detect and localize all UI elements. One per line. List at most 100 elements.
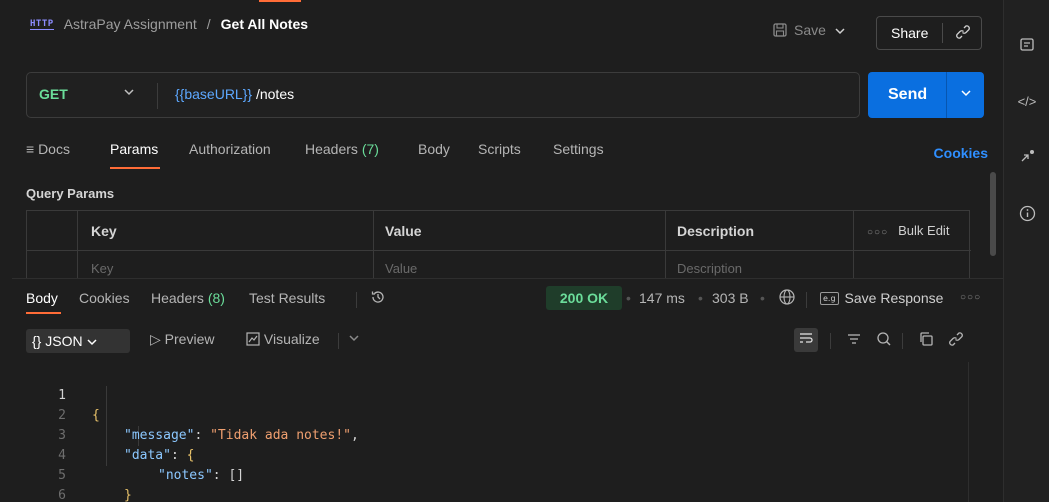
method-divider	[157, 83, 158, 109]
save-response-label: Save Response	[844, 290, 944, 306]
tab-docs[interactable]: ≡ Docs	[26, 141, 70, 157]
tab-settings[interactable]: Settings	[553, 141, 604, 157]
value-input[interactable]: Value	[385, 261, 417, 276]
meta-separator-dot: •	[698, 290, 703, 306]
filter-icon[interactable]	[846, 331, 862, 351]
save-options-chevron-icon[interactable]	[834, 24, 846, 38]
more-options-icon[interactable]: ○○○	[867, 227, 888, 238]
json-braces-icon: {}	[32, 333, 42, 349]
save-icon	[773, 23, 787, 37]
send-options-chevron-icon[interactable]	[960, 88, 972, 100]
tab-authorization[interactable]: Authorization	[189, 141, 271, 157]
bulk-edit-column	[853, 211, 854, 279]
code-icon[interactable]: </>	[1016, 90, 1038, 112]
editor-scroll-gutter	[968, 362, 969, 502]
active-tab-accent	[259, 0, 301, 2]
json-colon: :	[194, 428, 211, 443]
tab-headers[interactable]: Headers (7)	[305, 141, 379, 157]
search-icon[interactable]	[876, 331, 892, 351]
pane-divider[interactable]	[12, 278, 1003, 279]
response-tab-headers[interactable]: Headers (8)	[151, 290, 225, 306]
response-tab-body-underline	[26, 312, 61, 314]
request-workspace: HTTP AstraPay Assignment / Get All Notes…	[12, 0, 1003, 502]
tab-docs-label: Docs	[38, 141, 70, 157]
json-array-value: []	[228, 468, 245, 483]
indent-guide	[106, 386, 107, 466]
preview-button[interactable]: ▷ Preview	[150, 331, 214, 348]
toolbar-divider	[338, 333, 339, 349]
save-response-icon: e.g	[820, 291, 839, 305]
response-size[interactable]: 303 B	[712, 290, 749, 306]
globe-icon[interactable]	[778, 288, 796, 311]
tab-scripts[interactable]: Scripts	[478, 141, 521, 157]
response-headers-count: (8)	[207, 290, 225, 306]
send-split-divider	[946, 72, 947, 118]
comments-icon[interactable]	[1016, 34, 1038, 56]
breadcrumb-separator: /	[206, 16, 211, 32]
docs-icon: ≡	[26, 141, 35, 157]
send-label: Send	[888, 86, 928, 103]
visualize-label: Visualize	[263, 331, 320, 347]
url-variable: {{baseURL}}	[175, 86, 253, 102]
method-chevron-down-icon[interactable]	[123, 87, 135, 99]
save-button[interactable]: Save	[772, 22, 826, 38]
json-key: "notes"	[158, 468, 213, 483]
request-pane-scrollbar[interactable]	[990, 172, 996, 256]
tab-params[interactable]: Params	[110, 141, 158, 157]
open-brace: {	[92, 408, 100, 423]
request-title[interactable]: Get All Notes	[221, 16, 308, 32]
wrap-lines-icon[interactable]	[794, 328, 818, 352]
code-line: 2 "message": "Tidak ada notes!",	[26, 386, 359, 443]
preview-label: Preview	[164, 331, 215, 347]
related-collections-icon[interactable]	[1016, 146, 1038, 168]
code-line: 4 "notes": []	[26, 426, 244, 483]
visualize-icon	[246, 332, 260, 346]
url-input[interactable]: {{baseURL}} /notes	[175, 86, 294, 102]
meta-separator-dot: •	[760, 290, 765, 306]
copy-link-icon[interactable]	[955, 24, 971, 43]
response-tabs-divider	[356, 292, 357, 308]
description-input[interactable]: Description	[677, 261, 742, 276]
tab-headers-label: Headers	[305, 141, 358, 157]
share-button[interactable]: Share	[876, 16, 982, 50]
response-tab-test-results[interactable]: Test Results	[249, 290, 325, 306]
response-tab-body[interactable]: Body	[26, 290, 58, 306]
history-icon[interactable]	[370, 289, 386, 309]
tab-body[interactable]: Body	[418, 141, 450, 157]
send-button[interactable]: Send	[868, 72, 984, 118]
format-select[interactable]: {} JSON	[26, 329, 130, 353]
response-time[interactable]: 147 ms	[639, 290, 685, 306]
code-line: 1 {	[26, 366, 100, 423]
status-badge[interactable]: 200 OK	[546, 286, 622, 310]
bulk-edit-button[interactable]: ○○○ Bulk Edit	[867, 223, 949, 238]
response-tab-cookies[interactable]: Cookies	[79, 290, 130, 306]
key-input[interactable]: Key	[91, 261, 113, 276]
toolbar-divider	[830, 333, 831, 349]
code-line: 6 }	[26, 466, 73, 502]
json-brace: }	[124, 488, 132, 502]
json-comma: ,	[351, 428, 359, 443]
json-string-value: "Tidak ada notes!"	[210, 428, 351, 443]
visualize-button[interactable]: Visualize	[246, 331, 320, 347]
info-icon[interactable]	[1016, 202, 1038, 224]
breadcrumb: HTTP AstraPay Assignment / Get All Notes	[30, 16, 308, 32]
json-colon: :	[170, 448, 187, 463]
breadcrumb-collection[interactable]: AstraPay Assignment	[64, 16, 197, 32]
meta-separator-dot: •	[626, 290, 631, 306]
column-header-key: Key	[91, 223, 117, 239]
method-select[interactable]: GET	[39, 86, 68, 102]
response-tab-headers-label: Headers	[151, 290, 204, 306]
copy-icon[interactable]	[918, 331, 934, 351]
json-key: "message"	[124, 428, 195, 443]
value-column	[373, 211, 374, 279]
cookies-link[interactable]: Cookies	[934, 145, 988, 161]
json-colon: :	[212, 468, 229, 483]
line-number: 6	[58, 488, 66, 502]
visualize-chevron-down-icon[interactable]	[348, 333, 360, 345]
link-icon[interactable]	[948, 331, 964, 351]
play-icon: ▷	[150, 331, 161, 347]
response-more-icon[interactable]: ○○○	[960, 292, 981, 303]
meta-divider	[806, 292, 807, 308]
code-line: 3 "data": {	[26, 406, 194, 463]
save-response-button[interactable]: e.g Save Response	[820, 290, 943, 306]
